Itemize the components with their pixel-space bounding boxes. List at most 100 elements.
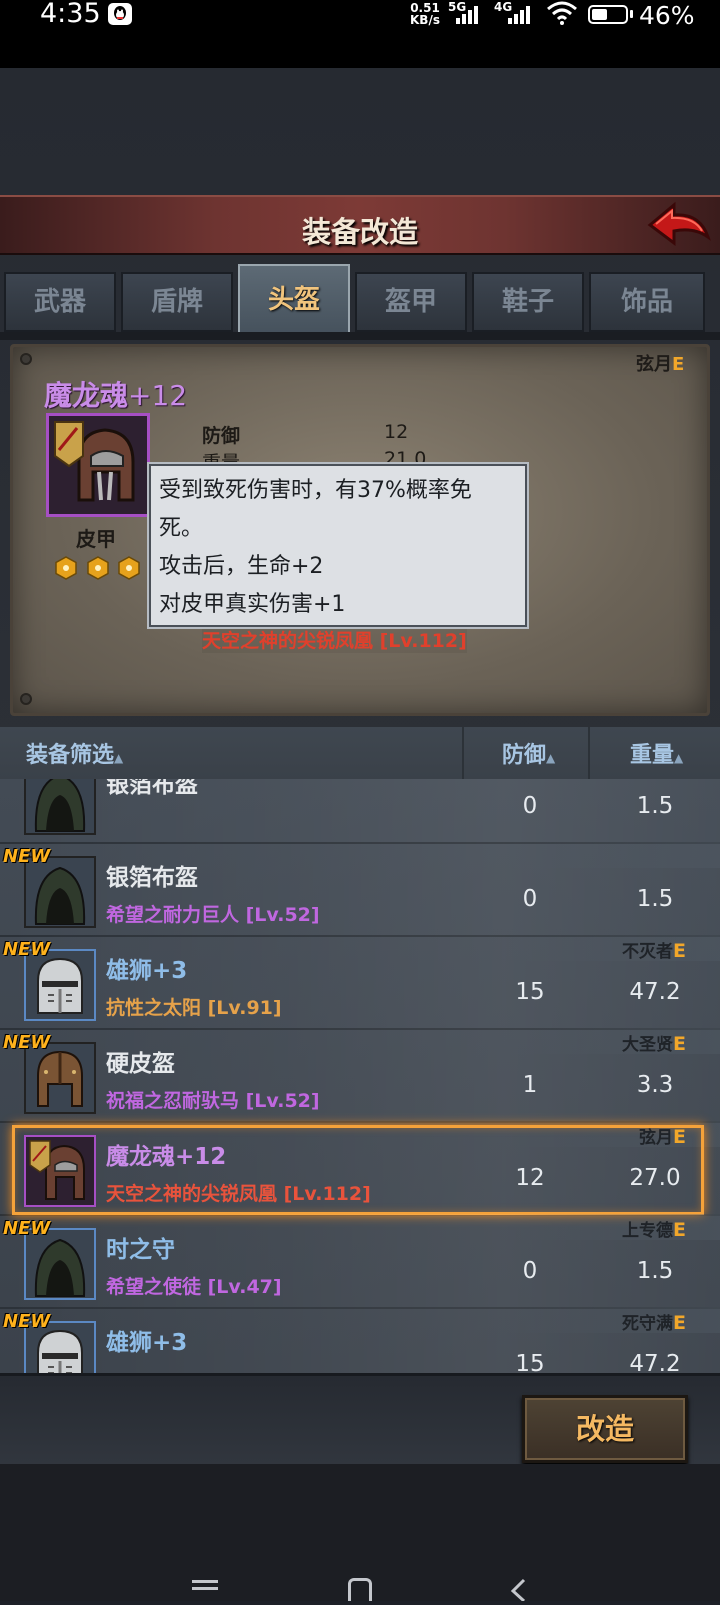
list-header: 装备筛选▲ 防御▲ 重量▲ (0, 727, 720, 779)
item-weight: 27.0 (629, 1165, 681, 1191)
list-item[interactable]: NEW 硬皮盔祝福之忍耐驮马 [Lv.52] 大圣贤E 1 3.3 (0, 1028, 720, 1123)
row-grade-stripe (500, 1307, 720, 1333)
item-grade: 大圣贤E (622, 1030, 686, 1055)
detail-stat-value: 12 (384, 421, 409, 443)
detail-grade-label: 弦月 (636, 354, 672, 375)
tab-armor[interactable]: 盔甲 (355, 272, 467, 332)
back-arrow-icon[interactable] (646, 199, 712, 251)
tooltip-line: 死。 (159, 516, 204, 541)
item-grade-letter: E (673, 1033, 686, 1055)
battery-tip (630, 10, 633, 18)
list-item[interactable]: 银箔布盔 0 1.5 (0, 779, 720, 844)
tooltip-line: 攻击后，生命+2 (159, 554, 324, 579)
item-defense: 0 (522, 793, 538, 819)
item-defense: 0 (522, 886, 538, 912)
new-badge: NEW (3, 1311, 51, 1332)
detail-grade: 弦月E (636, 350, 684, 376)
item-grade-label: 不灭者 (622, 942, 674, 962)
item-defense: 15 (515, 979, 545, 1005)
defense-label: 防御 (502, 743, 547, 768)
network-speed: 0.51 KB/s (410, 2, 440, 26)
weight-sort-button[interactable]: 重量▲ (630, 737, 683, 769)
list-item-selected[interactable]: 魔龙魂+12 天空之神的尖锐凤凰 [Lv.112] 弦月E 12 27.0 (0, 1121, 720, 1216)
speed-unit: KB/s (410, 13, 440, 27)
item-weight: 1.5 (636, 793, 674, 819)
tooltip-line: 对皮甲真实伤害+1 (159, 592, 346, 617)
item-weight: 47.2 (629, 979, 681, 1005)
sort-arrow-icon: ▲ (546, 751, 556, 765)
tab-helmet[interactable]: 头盔 (238, 264, 350, 334)
tab-shield[interactable]: 盾牌 (121, 272, 233, 332)
item-maker: 希望之使徒 [Lv.47] (106, 1276, 282, 1298)
hood-icon (24, 779, 96, 835)
item-name: 魔龙魂+12 (106, 1144, 227, 1170)
gem-slot-icon (86, 556, 110, 580)
effect-tooltip: 受到致死伤害时，有37%概率免 死。 攻击后，生命+2 对皮甲真实伤害+1 (149, 464, 527, 627)
gem-slot-icon (117, 556, 141, 580)
item-weight: 3.3 (636, 1072, 674, 1098)
defense-sort-button[interactable]: 防御▲ (502, 737, 555, 769)
qq-notification-icon (108, 3, 132, 25)
battery-fill (592, 9, 607, 20)
list-item[interactable]: NEW 雄狮+3 死守满E 15 47.2 (0, 1307, 720, 1373)
modify-button[interactable]: 改造 (522, 1395, 688, 1463)
back-icon[interactable] (508, 1578, 528, 1603)
item-name: 雄狮+3 (106, 958, 188, 984)
row-grade-stripe (500, 842, 720, 868)
page-title: 装备改造 (301, 215, 418, 249)
list-item[interactable]: NEW 时之守希望之使徒 [Lv.47] 上专德E 0 1.5 (0, 1214, 720, 1309)
item-defense: 1 (522, 1072, 538, 1098)
list-item[interactable]: NEW 银箔布盔 希望之耐力巨人 [Lv.52] 0 1.5 (0, 842, 720, 937)
item-name: 时之守 (106, 1237, 175, 1263)
rivet-icon (20, 693, 32, 705)
header-divider (588, 727, 590, 779)
item-grade-letter: E (673, 1219, 686, 1241)
detail-grade-letter: E (672, 354, 685, 375)
category-tabs: 武器 盾牌 头盔 盔甲 鞋子 饰品 (4, 264, 716, 334)
new-badge: NEW (3, 1032, 51, 1053)
header-divider (462, 727, 464, 779)
signal-4g-icon (508, 4, 536, 24)
item-grade-letter: E (673, 1312, 686, 1334)
item-maker: 希望之耐力巨人 [Lv.52] (106, 904, 320, 926)
item-grade-label: 上专德 (622, 1221, 674, 1241)
detail-stat-label: 防御 (202, 425, 241, 447)
detail-enhance-level: +12 (128, 379, 188, 412)
item-weight: 1.5 (636, 1258, 674, 1284)
item-defense: 0 (522, 1258, 538, 1284)
dragon-helm-icon (46, 413, 150, 517)
item-grade: 不灭者E (622, 937, 686, 962)
item-grade-letter: E (673, 1126, 686, 1148)
rivet-icon (20, 353, 32, 365)
sort-arrow-icon: ▲ (674, 751, 684, 765)
new-badge: NEW (3, 939, 51, 960)
gem-slot-icon (54, 556, 78, 580)
filter-sort-button[interactable]: 装备筛选▲ (26, 737, 123, 769)
item-name: 硬皮盔 (106, 1051, 175, 1077)
filter-label: 装备筛选 (26, 743, 115, 768)
item-name: 雄狮+3 (106, 1330, 188, 1356)
row-grade-stripe (500, 1214, 720, 1240)
equipment-list[interactable]: 银箔布盔 0 1.5 NEW 银箔布盔希望之耐力巨人 [Lv.52] 0 1.5 NEW 雄狮+… (0, 779, 720, 1373)
detail-item-name: 魔龙魂+12 (44, 374, 187, 414)
dragon-helm-icon (24, 1135, 96, 1207)
tab-accessory[interactable]: 饰品 (589, 272, 705, 332)
list-item[interactable]: NEW 雄狮+3 抗性之太阳 [Lv.91] 不灭者E 15 47.2 (0, 935, 720, 1030)
new-badge: NEW (3, 1218, 51, 1239)
item-name: 银箔布盔 (106, 865, 198, 891)
tab-weapon[interactable]: 武器 (4, 272, 116, 332)
item-grade: 死守满E (622, 1309, 686, 1334)
item-grade: 弦月E (639, 1123, 686, 1148)
tab-shoes[interactable]: 鞋子 (472, 272, 584, 332)
item-maker: 祝福之忍耐驮马 [Lv.52] (106, 1090, 320, 1112)
item-grade-label: 死守满 (622, 1314, 674, 1334)
battery-icon (588, 5, 628, 24)
recent-apps-icon[interactable] (192, 1580, 218, 1596)
item-name: 银箔布盔 (106, 779, 198, 798)
item-weight: 47.2 (629, 1351, 681, 1373)
status-bar: 4:35 0.51 KB/s 5G 4G 46% (0, 0, 720, 68)
item-grade: 上专德E (622, 1216, 686, 1241)
item-grade-label: 弦月 (639, 1128, 674, 1148)
home-icon[interactable] (348, 1578, 372, 1601)
title-bar: 装备改造 (0, 195, 720, 255)
